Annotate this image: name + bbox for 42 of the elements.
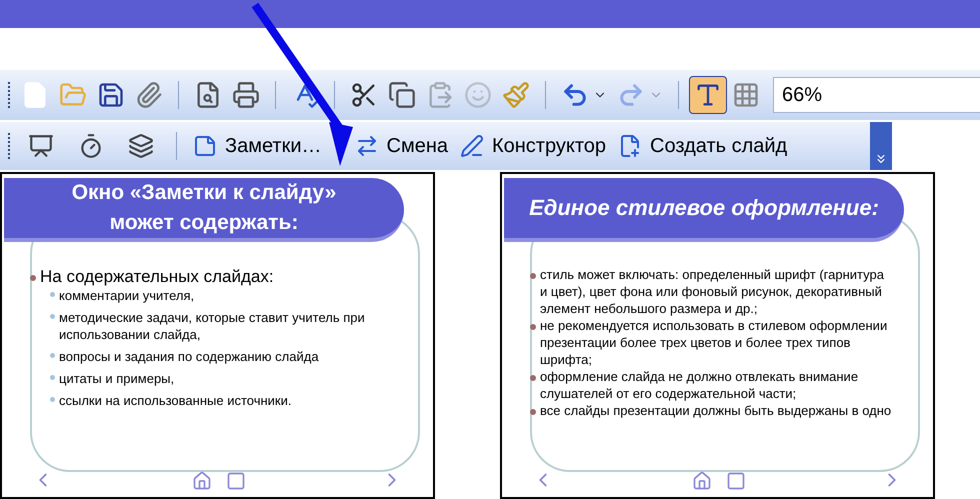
- paperclip-icon: [135, 81, 163, 109]
- grid-icon: [732, 81, 760, 109]
- copy-icon: [388, 81, 416, 109]
- sub-bullet-icon: [50, 314, 55, 319]
- bullet-text: методические задачи, которые ставит учитель при использовании слайда,: [59, 309, 366, 343]
- slides-icon: [128, 133, 154, 159]
- home-icon: [692, 471, 712, 491]
- zoom-field[interactable]: 66%: [773, 77, 980, 113]
- sub-bullet-icon: [50, 397, 55, 402]
- toolbar-button[interactable]: Создать слайд: [612, 127, 794, 165]
- font-color-button[interactable]: [689, 76, 727, 114]
- print-icon: [232, 81, 260, 109]
- bullet-text: все слайды презентации должны быть выдержаны в одно: [540, 402, 892, 419]
- save-icon: [97, 81, 125, 109]
- toolbar-grip[interactable]: [8, 82, 12, 108]
- toolbar-button[interactable]: Конструктор: [454, 127, 612, 165]
- bullet-text: вопросы и задания по содержанию слайда: [59, 348, 319, 365]
- toolbar-button[interactable]: Заметки…: [187, 127, 328, 165]
- notes-icon: [193, 134, 217, 158]
- undo-icon: [561, 81, 589, 109]
- end-slide-icon: [226, 471, 246, 491]
- design-icon: [460, 134, 484, 158]
- sub-bullet-icon: [50, 353, 55, 358]
- format-painter-icon: [502, 81, 530, 109]
- slide-title: Единое стилевое оформление:: [529, 194, 879, 222]
- smiley-icon: [464, 81, 492, 109]
- bullet-text: стиль может включать: определенный шрифт (гарнитура и цвет), цвет фона или фоновый рисунок, декоративный элемент небольшого размера и др.;: [540, 266, 885, 317]
- toolbar-grip[interactable]: [8, 133, 12, 159]
- bullet-text: цитаты и примеры,: [59, 370, 174, 387]
- redo-icon: [617, 81, 645, 109]
- end-slide-icon: [726, 471, 746, 491]
- bullet-text: оформление слайда не должно отвлекать внимание слушателей от его содержательной части;: [540, 368, 860, 402]
- slide-icon: [28, 133, 54, 159]
- bullet-text: На содержательных слайдах:: [40, 268, 274, 285]
- bullet-text: комментарии учителя,: [59, 287, 194, 304]
- bullet-text: не рекомендуется использовать в стилевом оформлении презентации более трех цветов и более трех типов шрифта;: [540, 317, 888, 368]
- home-icon: [192, 471, 212, 491]
- slide-title: Окно «Заметки к слайду» может содержать:: [70, 180, 338, 236]
- sub-bullet-icon: [50, 375, 55, 380]
- bullet-text: ссылки на использованные источники.: [59, 392, 292, 409]
- sub-bullet-icon: [50, 292, 55, 297]
- toolbar-button[interactable]: Смена: [348, 127, 454, 165]
